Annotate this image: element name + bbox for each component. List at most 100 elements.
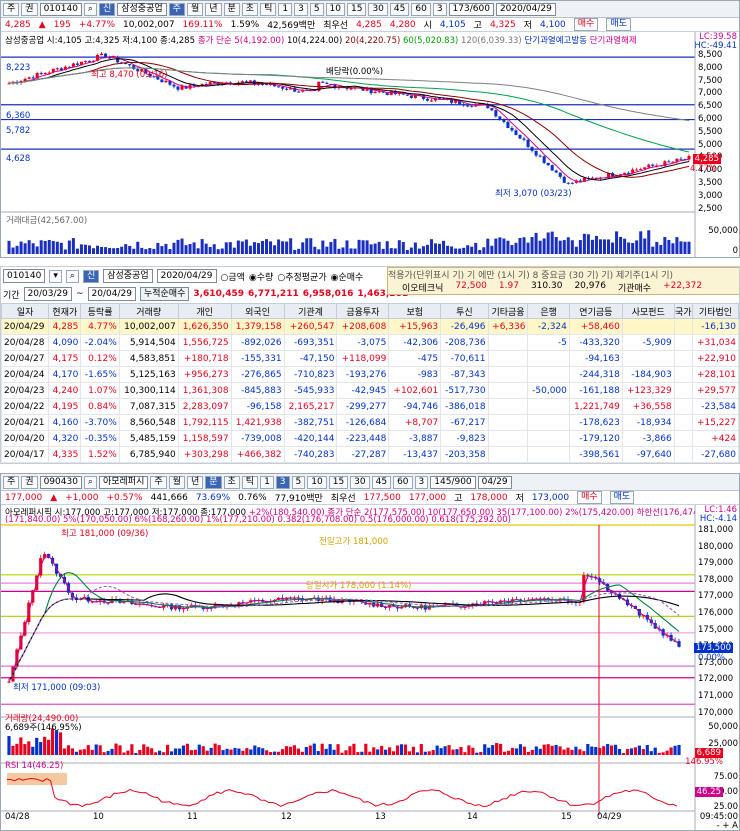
interval-button[interactable]: 5 bbox=[309, 2, 324, 16]
column-header[interactable]: 기타법인 bbox=[691, 303, 739, 319]
search-icon[interactable]: ⌕ bbox=[83, 475, 97, 489]
date-field[interactable]: 2020/04/29 bbox=[156, 269, 217, 283]
buy-button[interactable]: 매수 bbox=[573, 18, 599, 31]
sell-button[interactable]: 매도 bbox=[606, 18, 631, 31]
axis-label: 6,000 bbox=[698, 114, 723, 124]
column-header[interactable]: 보험 bbox=[388, 303, 442, 319]
volume-bar bbox=[629, 748, 634, 755]
top-chart-panel: 주 권 010140 ⌕ 신 삼성중공업 주 월 년 분 초 틱 1 3 5 1… bbox=[0, 0, 740, 258]
menu-button[interactable]: 권 bbox=[21, 475, 38, 489]
column-header[interactable]: 기타금융 bbox=[487, 303, 529, 319]
volume-bar bbox=[344, 750, 348, 755]
radio-net-buy[interactable]: ◉순매수 bbox=[331, 270, 364, 283]
interval-button[interactable]: 3 bbox=[432, 2, 447, 16]
period-tab[interactable]: 년 bbox=[186, 475, 204, 489]
column-header[interactable]: 사모펀드 bbox=[621, 303, 675, 319]
interval-button[interactable]: 1 bbox=[260, 475, 274, 489]
column-header[interactable]: 은행 bbox=[527, 303, 570, 319]
period-tab[interactable]: 초 bbox=[223, 475, 240, 489]
table-row[interactable]: 20/04/22 4,195 0.84% 7,087,315 2,283,097 -96,… bbox=[1, 398, 739, 415]
to-date[interactable]: 20/04/29 bbox=[87, 287, 136, 301]
column-header[interactable]: 외국인 bbox=[230, 303, 285, 319]
period-tab[interactable]: 년 bbox=[205, 2, 222, 16]
interval-button[interactable]: 10 bbox=[307, 475, 327, 489]
menu-button[interactable]: 주 bbox=[3, 475, 20, 489]
radio-avg-price[interactable]: ○추정평균가 bbox=[277, 270, 326, 283]
table-row[interactable]: 20/04/21 4,160 -3.70% 8,560,548 1,792,115 1,4… bbox=[1, 414, 739, 431]
column-header[interactable]: 일자 bbox=[1, 303, 50, 319]
interval-button[interactable]: 1 bbox=[278, 2, 293, 16]
interval-button[interactable]: 45 bbox=[389, 2, 410, 16]
period-tab[interactable]: 월 bbox=[186, 2, 204, 16]
interval-button[interactable]: 15 bbox=[347, 2, 367, 16]
candle-body bbox=[502, 119, 506, 122]
table-row[interactable]: 20/04/17 4,335 1.52% 6,785,940 +303,298 +466,… bbox=[1, 446, 739, 463]
interval-button[interactable]: 30 bbox=[350, 475, 370, 489]
column-header[interactable]: 국가 bbox=[673, 303, 693, 319]
menu-button[interactable]: 권 bbox=[21, 2, 38, 16]
column-header[interactable]: 등락률 bbox=[80, 303, 120, 319]
interval-button[interactable]: 3 bbox=[275, 475, 290, 489]
column-header[interactable]: 금융투자 bbox=[336, 303, 390, 319]
volume-bar bbox=[110, 748, 114, 755]
period-tab[interactable]: 틱 bbox=[260, 2, 277, 16]
interval-button[interactable]: 30 bbox=[368, 2, 388, 16]
counter-field[interactable]: 145/900 bbox=[430, 475, 476, 489]
interval-button[interactable]: 3 bbox=[414, 475, 429, 489]
table-row[interactable]: 20/04/23 4,240 1.07% 10,300,114 1,361,308 -84… bbox=[1, 382, 739, 399]
high-price: 178,000 bbox=[470, 492, 508, 503]
column-header[interactable]: 기관계 bbox=[283, 303, 338, 319]
table-row[interactable]: 20/04/164,270-2.95%6,757,3602,363,7331,3… bbox=[1, 462, 739, 463]
table-cell: -13,437 bbox=[388, 446, 442, 463]
counter-field[interactable]: 173/600 bbox=[448, 2, 494, 16]
date-field[interactable]: 04/29 bbox=[477, 475, 512, 489]
axis-label: 181,000 bbox=[698, 525, 734, 535]
period-tab[interactable]: 주 bbox=[150, 475, 167, 489]
column-header[interactable]: 현재가 bbox=[48, 303, 82, 319]
volume-bar bbox=[637, 745, 641, 755]
top-chart-area[interactable]: 삼성중공업 시:4,105 고:4,325 저:4,100 종:4,285 종가… bbox=[1, 32, 739, 257]
period-tab[interactable]: 초 bbox=[241, 2, 259, 16]
table-row[interactable]: 20/04/28 4,090 -2.04% 5,914,504 1,556,725 -89… bbox=[1, 334, 739, 351]
column-header[interactable]: 거래량 bbox=[118, 303, 179, 319]
stock-code-input[interactable]: 090430 bbox=[39, 475, 82, 489]
period-tab[interactable]: 틱 bbox=[241, 475, 259, 489]
table-row[interactable]: 20/04/24 4,170 -1.65% 5,125,163 +956,273 -276… bbox=[1, 366, 739, 383]
search-icon[interactable]: ⌕ bbox=[83, 2, 97, 16]
volume-bar bbox=[39, 742, 43, 755]
date-field[interactable]: 2020/04/29 bbox=[495, 2, 556, 16]
column-header[interactable]: 개인 bbox=[177, 303, 232, 319]
period-tab[interactable]: 분 bbox=[223, 2, 240, 16]
interval-button[interactable]: 60 bbox=[393, 475, 413, 489]
stock-code-input[interactable]: 010140 bbox=[3, 269, 46, 283]
table-row[interactable]: 20/04/20 4,320 -0.35% 5,485,159 1,158,597 -73… bbox=[1, 430, 739, 447]
period-tab[interactable]: 분 bbox=[205, 475, 222, 489]
stock-code-input[interactable]: 010140 bbox=[39, 2, 82, 16]
ask-price: 177,500 bbox=[363, 492, 401, 503]
radio-amount[interactable]: ○금액 bbox=[221, 270, 245, 283]
candle-body bbox=[466, 105, 470, 107]
period-tab[interactable]: 월 bbox=[168, 475, 185, 489]
from-date[interactable]: 20/03/29 bbox=[23, 287, 72, 301]
interval-button[interactable]: 45 bbox=[371, 475, 392, 489]
interval-button[interactable]: 15 bbox=[328, 475, 349, 489]
volume-bar bbox=[574, 246, 578, 254]
interval-button[interactable]: 10 bbox=[325, 2, 345, 16]
zoom-control[interactable]: - + A bbox=[717, 821, 738, 830]
table-row[interactable]: 20/04/27 4,175 0.12% 4,583,851 +180,718 -155,… bbox=[1, 350, 739, 367]
radio-quantity[interactable]: ◉수량 bbox=[249, 270, 273, 283]
search-icon[interactable]: ⌕ bbox=[65, 269, 79, 283]
interval-button[interactable]: 3 bbox=[294, 2, 308, 16]
menu-button[interactable]: 주 bbox=[3, 2, 20, 16]
interval-button[interactable]: 60 bbox=[411, 2, 431, 16]
buy-button[interactable]: 매수 bbox=[577, 491, 602, 504]
bottom-chart-area[interactable]: 아모레퍼시픽 시:177,000 고:177,000 저:177,000 종:1… bbox=[1, 505, 739, 830]
dropdown-icon[interactable]: ▾ bbox=[49, 269, 62, 283]
table-row[interactable]: 20/04/29 4,285 4.77% 10,002,007 1,626,350 1,3… bbox=[1, 318, 739, 335]
candle-body bbox=[667, 161, 671, 163]
column-header[interactable]: 투신 bbox=[440, 303, 489, 319]
interval-button[interactable]: 5 bbox=[291, 475, 306, 489]
sell-button[interactable]: 매도 bbox=[609, 491, 635, 504]
column-header[interactable]: 연기금등 bbox=[568, 303, 623, 319]
period-tab[interactable]: 주 bbox=[168, 2, 185, 16]
